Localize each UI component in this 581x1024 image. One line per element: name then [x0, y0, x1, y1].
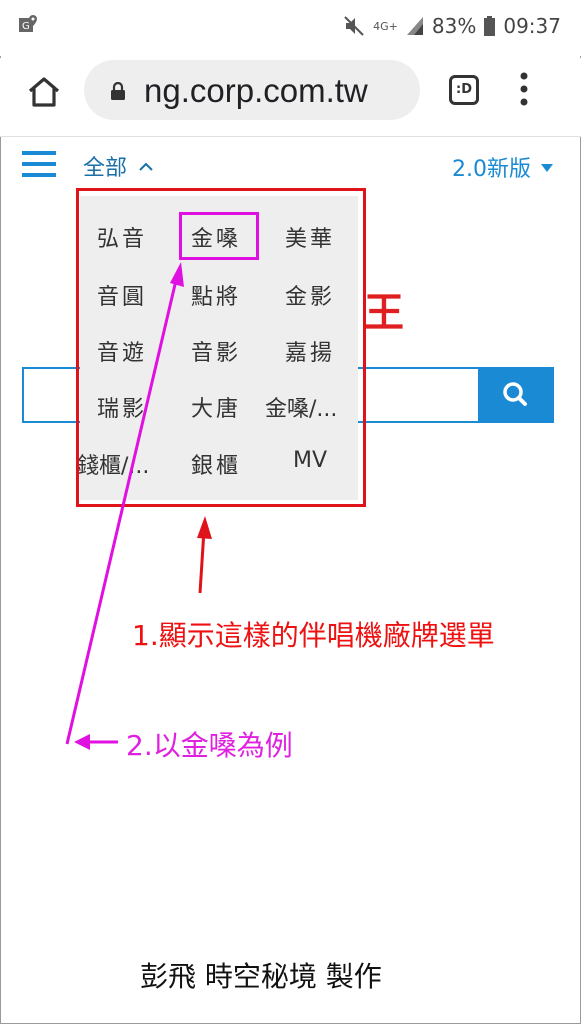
annotation-note-2: 2.以金嗓為例 [126, 729, 293, 762]
red-arrow-line [198, 529, 206, 594]
annotation-arrows [65, 262, 212, 750]
credit-text: 彭飛 時空秘境 製作 [140, 960, 382, 993]
magenta-arrow-line [65, 275, 179, 745]
magenta-pointer-head [74, 734, 90, 750]
red-arrow-head [197, 516, 212, 539]
annotation-note-1: 1.顯示這樣的伴唱機廠牌選單 [132, 619, 495, 652]
magenta-arrow-head [170, 262, 184, 287]
